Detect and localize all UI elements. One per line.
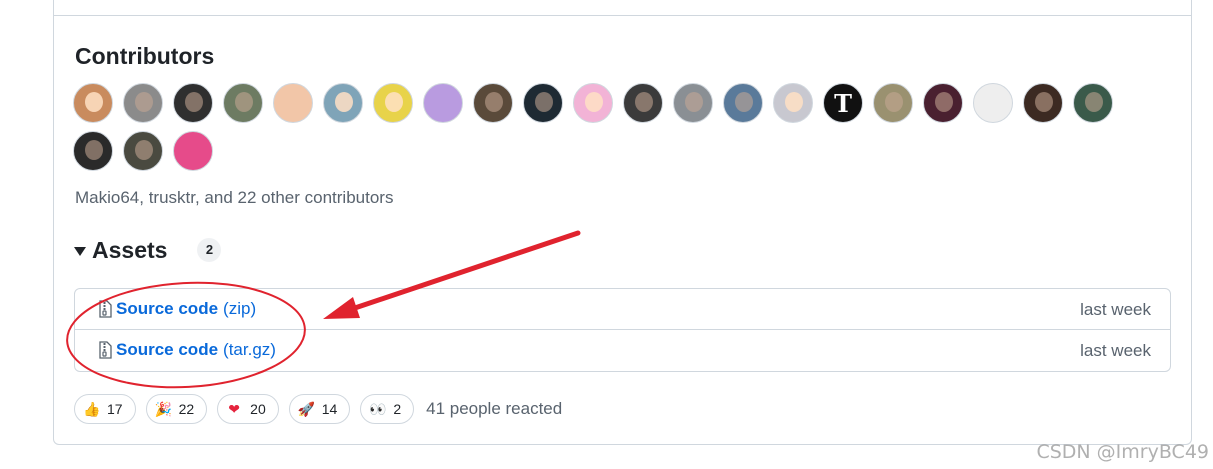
reaction-count: 20 — [250, 401, 266, 417]
reaction-rocket-button[interactable]: 🚀 14 — [288, 394, 351, 424]
avatar-face — [585, 92, 603, 112]
avatar-face — [685, 92, 703, 112]
contributor-avatar[interactable] — [723, 83, 763, 123]
avatar-face — [85, 140, 103, 160]
reaction-eyes-button[interactable]: 👀 2 — [360, 394, 415, 424]
contributor-avatar[interactable] — [673, 83, 713, 123]
file-zip-icon — [99, 341, 112, 359]
thumbs-up-icon: 👍 — [83, 400, 101, 417]
reaction-thumbs-up-button[interactable]: 👍 17 — [74, 394, 136, 424]
asset-name: Source code — [116, 299, 219, 318]
heart-icon: ❤ — [228, 400, 241, 417]
avatar-face — [635, 92, 653, 112]
contributor-avatar[interactable] — [973, 83, 1013, 123]
source-code-targz-link[interactable]: Source code (tar.gz) — [97, 339, 276, 361]
eyes-icon: 👀 — [369, 400, 387, 417]
contributor-avatar[interactable] — [523, 83, 563, 123]
reaction-count: 17 — [107, 401, 123, 417]
avatar-face — [185, 92, 203, 112]
reaction-heart-button[interactable]: ❤ 20 — [217, 394, 279, 424]
contributor-avatar-list: T — [73, 83, 1133, 171]
asset-row: Source code (zip) last week — [75, 289, 1170, 330]
assets-toggle[interactable]: Assets 2 — [74, 236, 222, 264]
rocket-icon: 🚀 — [297, 400, 316, 417]
file-zip-icon — [99, 300, 112, 318]
assets-count-badge: 2 — [197, 238, 222, 262]
contributor-avatar[interactable] — [73, 83, 113, 123]
contributor-avatar[interactable] — [173, 83, 213, 123]
avatar-face — [85, 92, 103, 112]
avatar-face — [885, 92, 903, 112]
asset-date: last week — [1080, 341, 1151, 360]
contributor-avatar[interactable] — [573, 83, 613, 123]
avatar-face — [1035, 92, 1053, 112]
contributor-avatar[interactable] — [1023, 83, 1063, 123]
avatar-mark: T — [834, 88, 852, 118]
release-page: Contributors T Makio64, trusktr, and 22 … — [0, 0, 1213, 469]
avatar-face — [135, 92, 153, 112]
avatar-face — [1085, 92, 1103, 112]
contributor-avatar[interactable] — [223, 83, 263, 123]
contributor-avatar[interactable] — [873, 83, 913, 123]
assets-heading: Assets — [92, 237, 168, 263]
asset-extension: (tar.gz) — [223, 340, 276, 359]
contributor-avatar[interactable] — [323, 83, 363, 123]
reaction-count: 2 — [393, 401, 402, 417]
release-card-divider — [53, 15, 1192, 16]
contributor-avatar[interactable] — [1073, 83, 1113, 123]
avatar-face — [735, 92, 753, 112]
contributor-avatar[interactable] — [373, 83, 413, 123]
contributor-avatar[interactable] — [623, 83, 663, 123]
caret-down-icon — [74, 246, 86, 256]
contributor-avatar[interactable] — [173, 131, 213, 171]
avatar-face — [935, 92, 953, 112]
watermark: CSDN @ImryBC49 — [1036, 441, 1209, 463]
party-popper-icon: 🎉 — [154, 400, 173, 417]
avatar-face — [235, 92, 253, 112]
avatar-face — [335, 92, 353, 112]
contributor-avatar[interactable] — [123, 83, 163, 123]
contributor-avatar[interactable] — [923, 83, 963, 123]
reaction-hooray-button[interactable]: 🎉 22 — [145, 394, 208, 424]
asset-extension: (zip) — [223, 299, 257, 318]
avatar-face — [485, 92, 503, 112]
contributor-avatar[interactable]: T — [823, 83, 863, 123]
reactions-summary: 41 people reacted — [426, 399, 563, 418]
release-card — [53, 0, 1192, 445]
asset-row: Source code (tar.gz) last week — [75, 330, 1170, 371]
reactions-bar: 👍 17 🎉 22 ❤ 20 🚀 14 👀 2 41 people reacte… — [74, 394, 562, 424]
asset-date: last week — [1080, 300, 1151, 319]
contributor-avatar[interactable] — [123, 131, 163, 171]
reaction-count: 22 — [178, 401, 195, 417]
contributor-avatar[interactable] — [423, 83, 463, 123]
reaction-count: 14 — [321, 401, 338, 417]
contributor-avatar[interactable] — [73, 131, 113, 171]
contributor-avatar[interactable] — [473, 83, 513, 123]
source-code-zip-link[interactable]: Source code (zip) — [97, 298, 256, 320]
avatar-face — [535, 92, 553, 112]
contributors-heading: Contributors — [75, 43, 215, 69]
contributors-summary: Makio64, trusktr, and 22 other contribut… — [75, 188, 394, 207]
avatar-face — [135, 140, 153, 160]
avatar-face — [385, 92, 403, 112]
contributor-avatar[interactable] — [773, 83, 813, 123]
asset-name: Source code — [116, 340, 219, 359]
avatar-face — [785, 92, 803, 112]
asset-list: Source code (zip) last week Source code … — [74, 288, 1171, 372]
contributor-avatar[interactable] — [273, 83, 313, 123]
